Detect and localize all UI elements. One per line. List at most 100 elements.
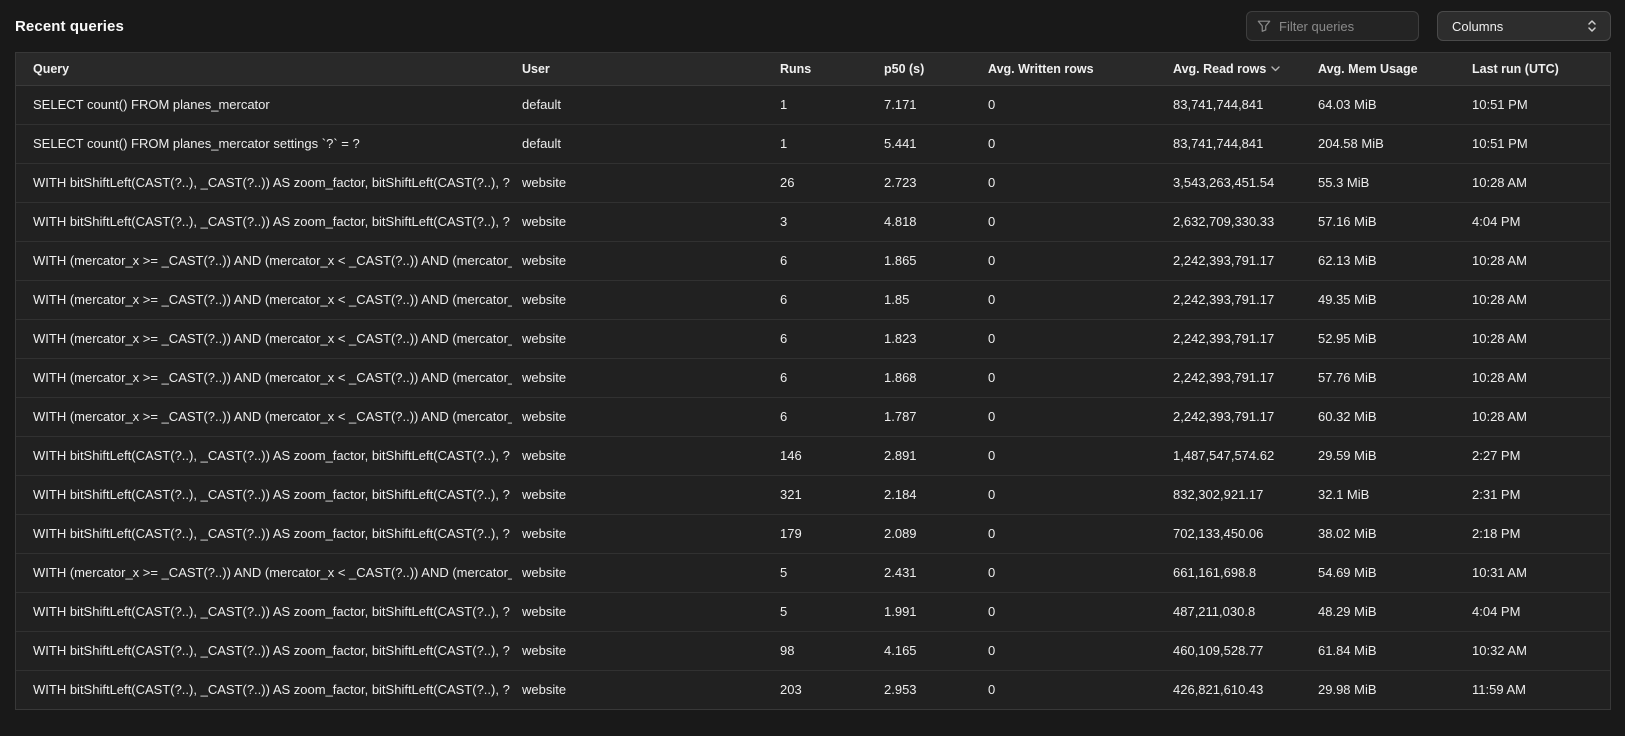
table-row[interactable]: WITH (mercator_x >= _CAST(?..)) AND (mer… bbox=[16, 553, 1610, 592]
cell-runs: 146 bbox=[770, 436, 874, 475]
cell-runs: 26 bbox=[770, 163, 874, 202]
column-header-runs[interactable]: Runs bbox=[770, 53, 874, 85]
cell-p50: 2.184 bbox=[874, 475, 978, 514]
cell-read: 2,242,393,791.17 bbox=[1163, 241, 1308, 280]
cell-user: website bbox=[512, 631, 770, 670]
cell-query[interactable]: WITH bitShiftLeft(CAST(?..), _CAST(?..))… bbox=[16, 592, 512, 631]
cell-mem: 29.59 MiB bbox=[1308, 436, 1462, 475]
cell-user: website bbox=[512, 319, 770, 358]
cell-written: 0 bbox=[978, 631, 1163, 670]
columns-select-label: Columns bbox=[1452, 19, 1503, 34]
cell-read: 661,161,698.8 bbox=[1163, 553, 1308, 592]
cell-user: website bbox=[512, 202, 770, 241]
column-header-user[interactable]: User bbox=[512, 53, 770, 85]
cell-runs: 6 bbox=[770, 358, 874, 397]
cell-written: 0 bbox=[978, 670, 1163, 709]
cell-user: default bbox=[512, 85, 770, 124]
columns-select[interactable]: Columns bbox=[1437, 11, 1611, 41]
cell-query[interactable]: WITH (mercator_x >= _CAST(?..)) AND (mer… bbox=[16, 397, 512, 436]
toolbar: Recent queries Columns bbox=[0, 0, 1625, 52]
table-row[interactable]: WITH (mercator_x >= _CAST(?..)) AND (mer… bbox=[16, 280, 1610, 319]
cell-query[interactable]: WITH bitShiftLeft(CAST(?..), _CAST(?..))… bbox=[16, 631, 512, 670]
cell-written: 0 bbox=[978, 319, 1163, 358]
column-header-mem[interactable]: Avg. Mem Usage bbox=[1308, 53, 1462, 85]
cell-query[interactable]: WITH bitShiftLeft(CAST(?..), _CAST(?..))… bbox=[16, 163, 512, 202]
page-title: Recent queries bbox=[15, 18, 124, 35]
cell-last: 10:28 AM bbox=[1462, 241, 1610, 280]
cell-runs: 179 bbox=[770, 514, 874, 553]
cell-read: 487,211,030.8 bbox=[1163, 592, 1308, 631]
cell-query[interactable]: WITH (mercator_x >= _CAST(?..)) AND (mer… bbox=[16, 280, 512, 319]
table-header-row: Query User Runsp50 (s) Avg. Written rows Avg… bbox=[16, 53, 1610, 85]
cell-query[interactable]: WITH (mercator_x >= _CAST(?..)) AND (mer… bbox=[16, 358, 512, 397]
cell-p50: 7.171 bbox=[874, 85, 978, 124]
cell-last: 10:51 PM bbox=[1462, 85, 1610, 124]
cell-last: 10:28 AM bbox=[1462, 358, 1610, 397]
cell-last: 10:28 AM bbox=[1462, 319, 1610, 358]
column-header-read[interactable]: Avg. Read rows bbox=[1163, 53, 1308, 85]
column-header-label: Avg. Written rows bbox=[988, 62, 1094, 76]
cell-query[interactable]: WITH bitShiftLeft(CAST(?..), _CAST(?..))… bbox=[16, 475, 512, 514]
table-row[interactable]: WITH bitShiftLeft(CAST(?..), _CAST(?..))… bbox=[16, 202, 1610, 241]
cell-mem: 64.03 MiB bbox=[1308, 85, 1462, 124]
cell-p50: 2.089 bbox=[874, 514, 978, 553]
table-row[interactable]: WITH bitShiftLeft(CAST(?..), _CAST(?..))… bbox=[16, 163, 1610, 202]
column-header-p50[interactable]: p50 (s) bbox=[874, 53, 978, 85]
cell-query[interactable]: SELECT count() FROM planes_mercator sett… bbox=[16, 124, 512, 163]
filter-queries-input[interactable] bbox=[1279, 19, 1408, 34]
table-row[interactable]: WITH bitShiftLeft(CAST(?..), _CAST(?..))… bbox=[16, 514, 1610, 553]
table-row[interactable]: WITH bitShiftLeft(CAST(?..), _CAST(?..))… bbox=[16, 592, 1610, 631]
cell-user: website bbox=[512, 397, 770, 436]
column-header-label: Query bbox=[33, 62, 69, 76]
cell-last: 10:28 AM bbox=[1462, 163, 1610, 202]
column-header-last[interactable]: Last run (UTC) bbox=[1462, 53, 1610, 85]
table-row[interactable]: WITH (mercator_x >= _CAST(?..)) AND (mer… bbox=[16, 319, 1610, 358]
cell-read: 460,109,528.77 bbox=[1163, 631, 1308, 670]
cell-query[interactable]: WITH bitShiftLeft(CAST(?..), _CAST(?..))… bbox=[16, 670, 512, 709]
cell-last: 11:59 AM bbox=[1462, 670, 1610, 709]
cell-query[interactable]: WITH (mercator_x >= _CAST(?..)) AND (mer… bbox=[16, 553, 512, 592]
table-row[interactable]: WITH (mercator_x >= _CAST(?..)) AND (mer… bbox=[16, 397, 1610, 436]
table-row[interactable]: SELECT count() FROM planes_mercator sett… bbox=[16, 124, 1610, 163]
table-row[interactable]: WITH bitShiftLeft(CAST(?..), _CAST(?..))… bbox=[16, 670, 1610, 709]
cell-written: 0 bbox=[978, 358, 1163, 397]
column-header-written[interactable]: Avg. Written rows bbox=[978, 53, 1163, 85]
cell-query[interactable]: WITH (mercator_x >= _CAST(?..)) AND (mer… bbox=[16, 241, 512, 280]
table-row[interactable]: WITH (mercator_x >= _CAST(?..)) AND (mer… bbox=[16, 241, 1610, 280]
cell-written: 0 bbox=[978, 280, 1163, 319]
cell-mem: 49.35 MiB bbox=[1308, 280, 1462, 319]
cell-written: 0 bbox=[978, 85, 1163, 124]
cell-p50: 2.723 bbox=[874, 163, 978, 202]
cell-query[interactable]: WITH (mercator_x >= _CAST(?..)) AND (mer… bbox=[16, 319, 512, 358]
table-row[interactable]: WITH bitShiftLeft(CAST(?..), _CAST(?..))… bbox=[16, 475, 1610, 514]
cell-last: 4:04 PM bbox=[1462, 202, 1610, 241]
cell-runs: 1 bbox=[770, 124, 874, 163]
chevron-down-icon bbox=[1271, 61, 1280, 75]
cell-read: 2,242,393,791.17 bbox=[1163, 280, 1308, 319]
cell-p50: 2.891 bbox=[874, 436, 978, 475]
cell-p50: 1.868 bbox=[874, 358, 978, 397]
table-row[interactable]: WITH (mercator_x >= _CAST(?..)) AND (mer… bbox=[16, 358, 1610, 397]
column-header-label: Last run (UTC) bbox=[1472, 62, 1559, 76]
cell-mem: 29.98 MiB bbox=[1308, 670, 1462, 709]
cell-query[interactable]: SELECT count() FROM planes_mercator bbox=[16, 85, 512, 124]
table-row[interactable]: SELECT count() FROM planes_mercatordefau… bbox=[16, 85, 1610, 124]
cell-query[interactable]: WITH bitShiftLeft(CAST(?..), _CAST(?..))… bbox=[16, 514, 512, 553]
cell-last: 4:04 PM bbox=[1462, 592, 1610, 631]
table-row[interactable]: WITH bitShiftLeft(CAST(?..), _CAST(?..))… bbox=[16, 631, 1610, 670]
recent-queries-table: Query User Runsp50 (s) Avg. Written rows Avg… bbox=[15, 52, 1611, 710]
filter-queries-box[interactable] bbox=[1246, 11, 1419, 41]
cell-user: website bbox=[512, 241, 770, 280]
cell-user: website bbox=[512, 592, 770, 631]
cell-p50: 4.165 bbox=[874, 631, 978, 670]
column-header-label: User bbox=[522, 62, 550, 76]
cell-written: 0 bbox=[978, 202, 1163, 241]
cell-read: 702,133,450.06 bbox=[1163, 514, 1308, 553]
column-header-query[interactable]: Query bbox=[16, 53, 512, 85]
cell-mem: 48.29 MiB bbox=[1308, 592, 1462, 631]
table-row[interactable]: WITH bitShiftLeft(CAST(?..), _CAST(?..))… bbox=[16, 436, 1610, 475]
cell-user: website bbox=[512, 280, 770, 319]
cell-user: website bbox=[512, 553, 770, 592]
cell-query[interactable]: WITH bitShiftLeft(CAST(?..), _CAST(?..))… bbox=[16, 202, 512, 241]
cell-query[interactable]: WITH bitShiftLeft(CAST(?..), _CAST(?..))… bbox=[16, 436, 512, 475]
